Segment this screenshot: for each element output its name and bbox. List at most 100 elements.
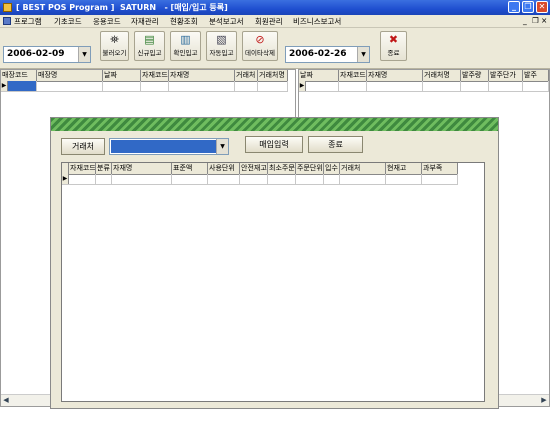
column-header[interactable]: 발주: [523, 70, 549, 81]
column-header[interactable]: 날짜: [103, 70, 141, 81]
table-cell[interactable]: [386, 174, 422, 184]
app-icon: [3, 3, 12, 12]
column-header[interactable]: 날짜: [299, 70, 339, 81]
exit-button[interactable]: ✖ 종료: [380, 31, 407, 61]
column-header[interactable]: 자재코드: [339, 70, 367, 81]
table-cell[interactable]: [112, 174, 172, 184]
auto-import-button[interactable]: ▧ 자동입고: [206, 31, 237, 61]
column-header[interactable]: 현재고: [386, 163, 422, 174]
table-row[interactable]: ▶: [299, 81, 549, 92]
delete-data-icon: ⊘: [255, 33, 265, 46]
table-cell[interactable]: [103, 81, 141, 91]
menu-members[interactable]: 회원관리: [255, 16, 283, 27]
chevron-down-icon[interactable]: ▼: [78, 47, 90, 62]
column-header[interactable]: 자재명: [112, 163, 172, 174]
table-cell[interactable]: [37, 81, 103, 91]
table-row[interactable]: ▶: [1, 81, 288, 92]
column-header[interactable]: 발주단가: [489, 70, 523, 81]
delete-data-label: 데이타삭제: [245, 49, 275, 57]
table-cell[interactable]: [240, 174, 268, 184]
menu-applied-codes[interactable]: 응용코드: [93, 16, 121, 27]
column-header[interactable]: 입수: [324, 163, 340, 174]
table-cell[interactable]: [208, 174, 240, 184]
column-header[interactable]: 거래처명: [258, 70, 288, 81]
column-header[interactable]: 거래처: [235, 70, 258, 81]
table-cell[interactable]: [296, 174, 324, 184]
column-header[interactable]: 분류: [96, 163, 112, 174]
column-header[interactable]: 매장명: [37, 70, 103, 81]
scroll-right-icon[interactable]: ▶: [539, 395, 549, 406]
column-header[interactable]: 주문단위: [296, 163, 324, 174]
table-cell[interactable]: [339, 81, 367, 91]
table-cell[interactable]: [268, 174, 296, 184]
menu-base-codes[interactable]: 기초코드: [54, 16, 82, 27]
exit-x-icon: ✖: [388, 33, 399, 46]
menu-bar: 프로그램 기초코드 응용코드 자재관리 현황조회 분석보고서 회원관리 비즈니스…: [0, 15, 550, 28]
load-button[interactable]: ⛯ 불러오기: [100, 31, 129, 61]
table-cell[interactable]: [306, 81, 339, 91]
selected-cell[interactable]: [8, 81, 37, 91]
table-cell[interactable]: [423, 81, 461, 91]
import-entry-button[interactable]: 매입입력: [245, 136, 303, 153]
table-cell[interactable]: [324, 174, 340, 184]
column-header[interactable]: 최소주문: [268, 163, 296, 174]
menu-program[interactable]: 프로그램: [14, 16, 42, 27]
vendor-materials-grid[interactable]: 자재코드 분류 자재명 표준액 사용단위 안전재고 최소주문 주문단위 입수 거…: [61, 162, 485, 402]
toolbar: 2006-02-09 ▼ ⛯ 불러오기 ▤ 신규입고 ▥ 확인입고 ▧ 자동입고…: [0, 28, 550, 69]
chevron-down-icon[interactable]: ▼: [357, 47, 369, 62]
delete-data-button[interactable]: ⊘ 데이타삭제: [242, 31, 278, 61]
scroll-left-icon[interactable]: ◀: [1, 395, 11, 406]
confirm-import-label: 확인입고: [173, 49, 198, 57]
column-header[interactable]: 발주량: [461, 70, 489, 81]
column-header[interactable]: 자재명: [367, 70, 423, 81]
mdi-restore-button[interactable]: ❐: [532, 16, 539, 25]
column-header[interactable]: 거래처명: [423, 70, 461, 81]
mdi-minimize-button[interactable]: _: [523, 16, 527, 25]
column-header[interactable]: 표준액: [172, 163, 208, 174]
menu-analysis-report[interactable]: 분석보고서: [209, 16, 244, 27]
chevron-down-icon[interactable]: ▼: [216, 139, 228, 154]
column-header[interactable]: 사용단위: [208, 163, 240, 174]
table-cell[interactable]: [461, 81, 489, 91]
table-cell[interactable]: [69, 174, 96, 184]
mdi-close-button[interactable]: ×: [541, 16, 547, 25]
date-to-value: 2006-02-26: [289, 49, 347, 59]
maximize-button[interactable]: ❐: [522, 1, 534, 13]
column-header[interactable]: 자재명: [169, 70, 235, 81]
table-cell[interactable]: [172, 174, 208, 184]
new-import-button[interactable]: ▤ 신규입고: [134, 31, 165, 61]
table-cell[interactable]: [258, 81, 288, 91]
table-cell[interactable]: [489, 81, 523, 91]
row-indicator-icon: ▶: [1, 81, 8, 91]
date-from-picker[interactable]: 2006-02-09 ▼: [3, 46, 91, 63]
table-row[interactable]: ▶: [62, 174, 458, 185]
row-indicator-icon: ▶: [299, 81, 306, 91]
column-header[interactable]: 자재코드: [69, 163, 96, 174]
menu-status[interactable]: 현황조회: [170, 16, 198, 27]
date-to-picker[interactable]: 2006-02-26 ▼: [285, 46, 370, 63]
dialog-title-bar[interactable]: [51, 118, 498, 131]
table-cell[interactable]: [523, 81, 549, 91]
table-cell[interactable]: [340, 174, 386, 184]
menu-business-report[interactable]: 비즈니스보고서: [293, 16, 341, 27]
table-cell[interactable]: [422, 174, 458, 184]
column-header[interactable]: 거래처: [340, 163, 386, 174]
table-cell[interactable]: [367, 81, 423, 91]
window-title: [ BEST POS Program ] SATURN - [매입/입고 등록]: [16, 3, 228, 12]
table-cell[interactable]: [235, 81, 258, 91]
dialog-close-button[interactable]: 종료: [308, 136, 363, 153]
confirm-import-button[interactable]: ▥ 확인입고: [170, 31, 201, 61]
table-cell[interactable]: [96, 174, 112, 184]
table-cell[interactable]: [169, 81, 235, 91]
load-button-label: 불러오기: [102, 49, 127, 57]
column-header[interactable]: 과부족: [422, 163, 458, 174]
close-button[interactable]: ✕: [536, 1, 548, 13]
column-header[interactable]: 매장코드: [1, 70, 37, 81]
vendor-select[interactable]: ▼: [109, 138, 229, 155]
column-header[interactable]: 안전재고: [240, 163, 268, 174]
menu-materials[interactable]: 자재관리: [131, 16, 159, 27]
vendor-button[interactable]: 거래처: [61, 138, 105, 155]
minimize-button[interactable]: _: [508, 1, 520, 13]
column-header[interactable]: 자재코드: [141, 70, 169, 81]
table-cell[interactable]: [141, 81, 169, 91]
